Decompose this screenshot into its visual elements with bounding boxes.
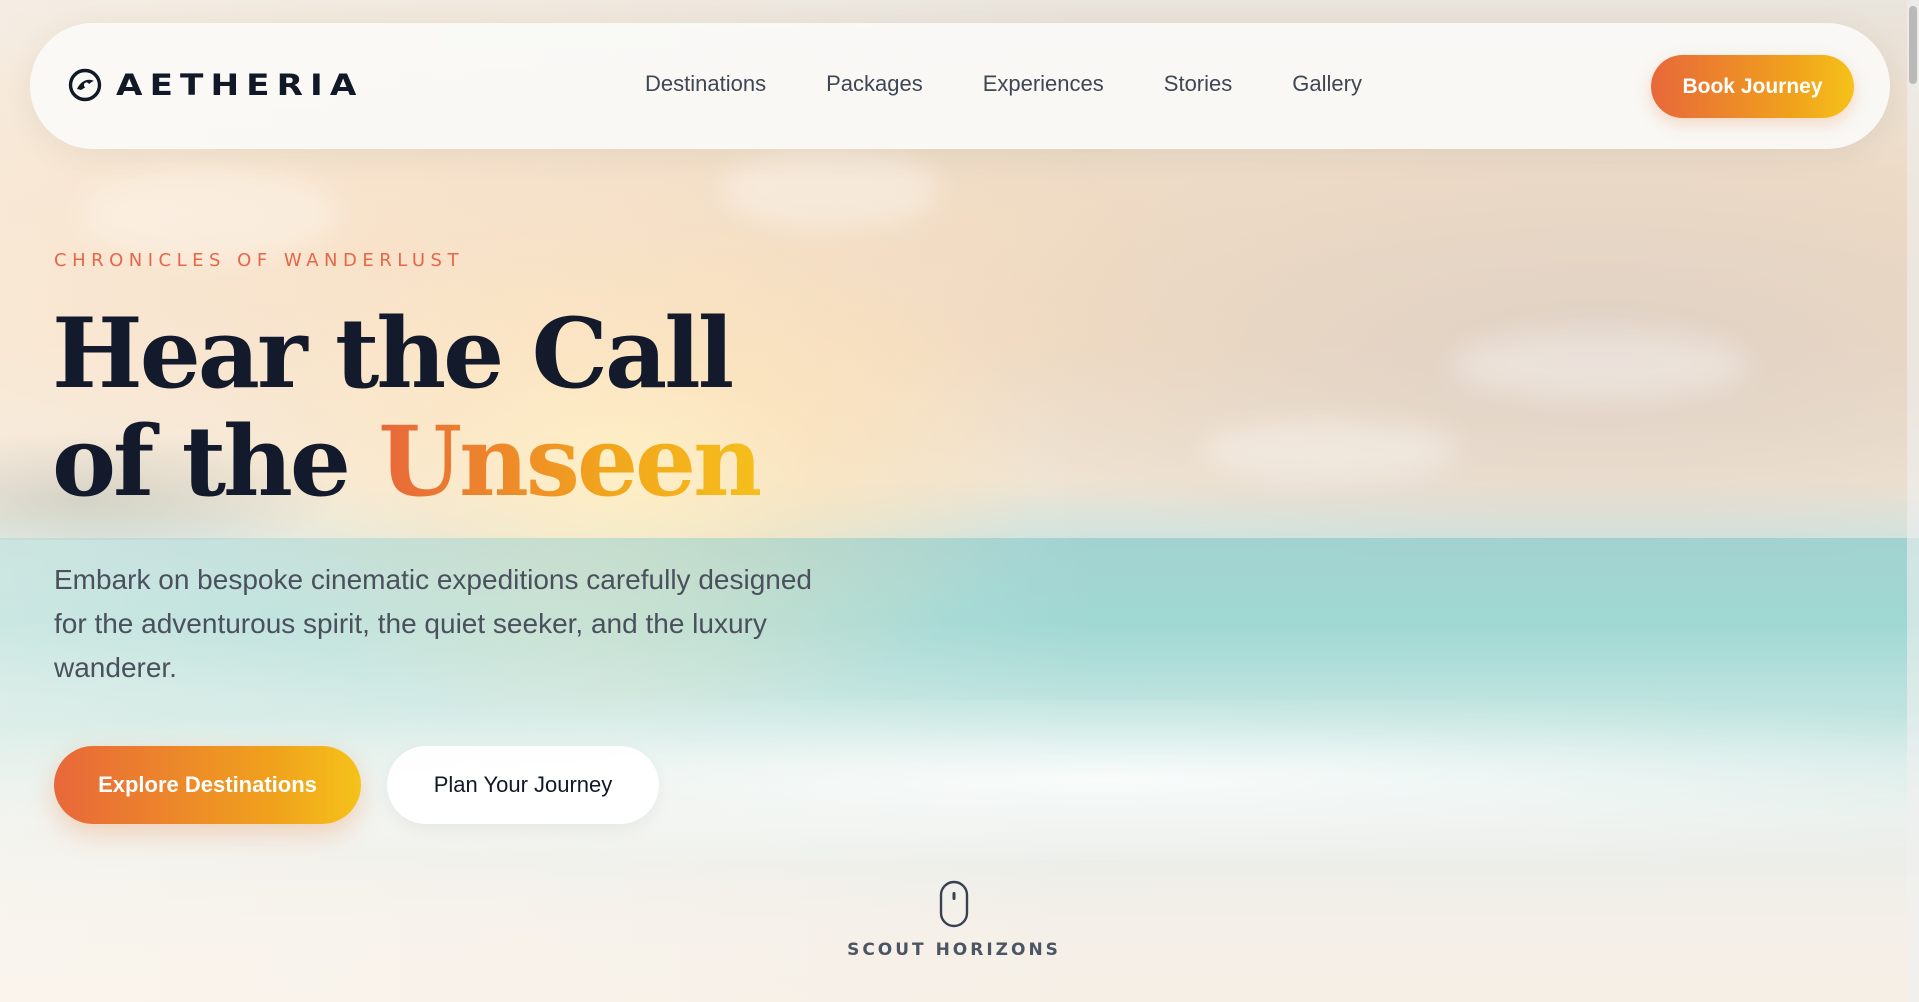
scroll-cue-label: SCOUT HORIZONS <box>847 940 1061 960</box>
navbar: AETHERIA Destinations Packages Experienc… <box>30 23 1890 149</box>
scrollbar-thumb[interactable] <box>1909 6 1917 84</box>
nav-link-packages[interactable]: Packages <box>826 71 923 97</box>
main-nav: Destinations Packages Experiences Storie… <box>645 71 1362 97</box>
hero-cta-row: Explore Destinations Plan Your Journey <box>54 746 659 824</box>
eye-logo-icon <box>68 68 102 102</box>
brand-name: AETHERIA <box>116 68 364 102</box>
nav-link-stories[interactable]: Stories <box>1164 71 1232 97</box>
explore-destinations-button[interactable]: Explore Destinations <box>54 746 361 824</box>
headline-line-2-prefix: of the <box>52 405 351 518</box>
hero-description: Embark on bespoke cinematic expeditions … <box>54 564 812 683</box>
nav-link-destinations[interactable]: Destinations <box>645 71 766 97</box>
plan-journey-button[interactable]: Plan Your Journey <box>387 746 659 824</box>
hero-page: AETHERIA Destinations Packages Experienc… <box>0 0 1919 1002</box>
hero-headline: Hear the Call of the Unseen <box>52 297 763 518</box>
page-scrollbar[interactable] <box>1907 0 1919 1002</box>
headline-accent-word: Unseen <box>378 405 763 518</box>
brand[interactable]: AETHERIA <box>68 68 356 102</box>
scroll-cue[interactable]: SCOUT HORIZONS <box>847 880 1061 960</box>
book-journey-button[interactable]: Book Journey <box>1651 55 1854 118</box>
cloud <box>1450 330 1750 400</box>
headline-line-1: Hear the Call <box>52 297 734 410</box>
nav-link-experiences[interactable]: Experiences <box>983 71 1104 97</box>
mouse-scroll-icon <box>939 880 969 928</box>
cloud <box>1200 420 1460 480</box>
hero-eyebrow: CHRONICLES OF WANDERLUST <box>54 250 464 271</box>
nav-link-gallery[interactable]: Gallery <box>1292 71 1362 97</box>
